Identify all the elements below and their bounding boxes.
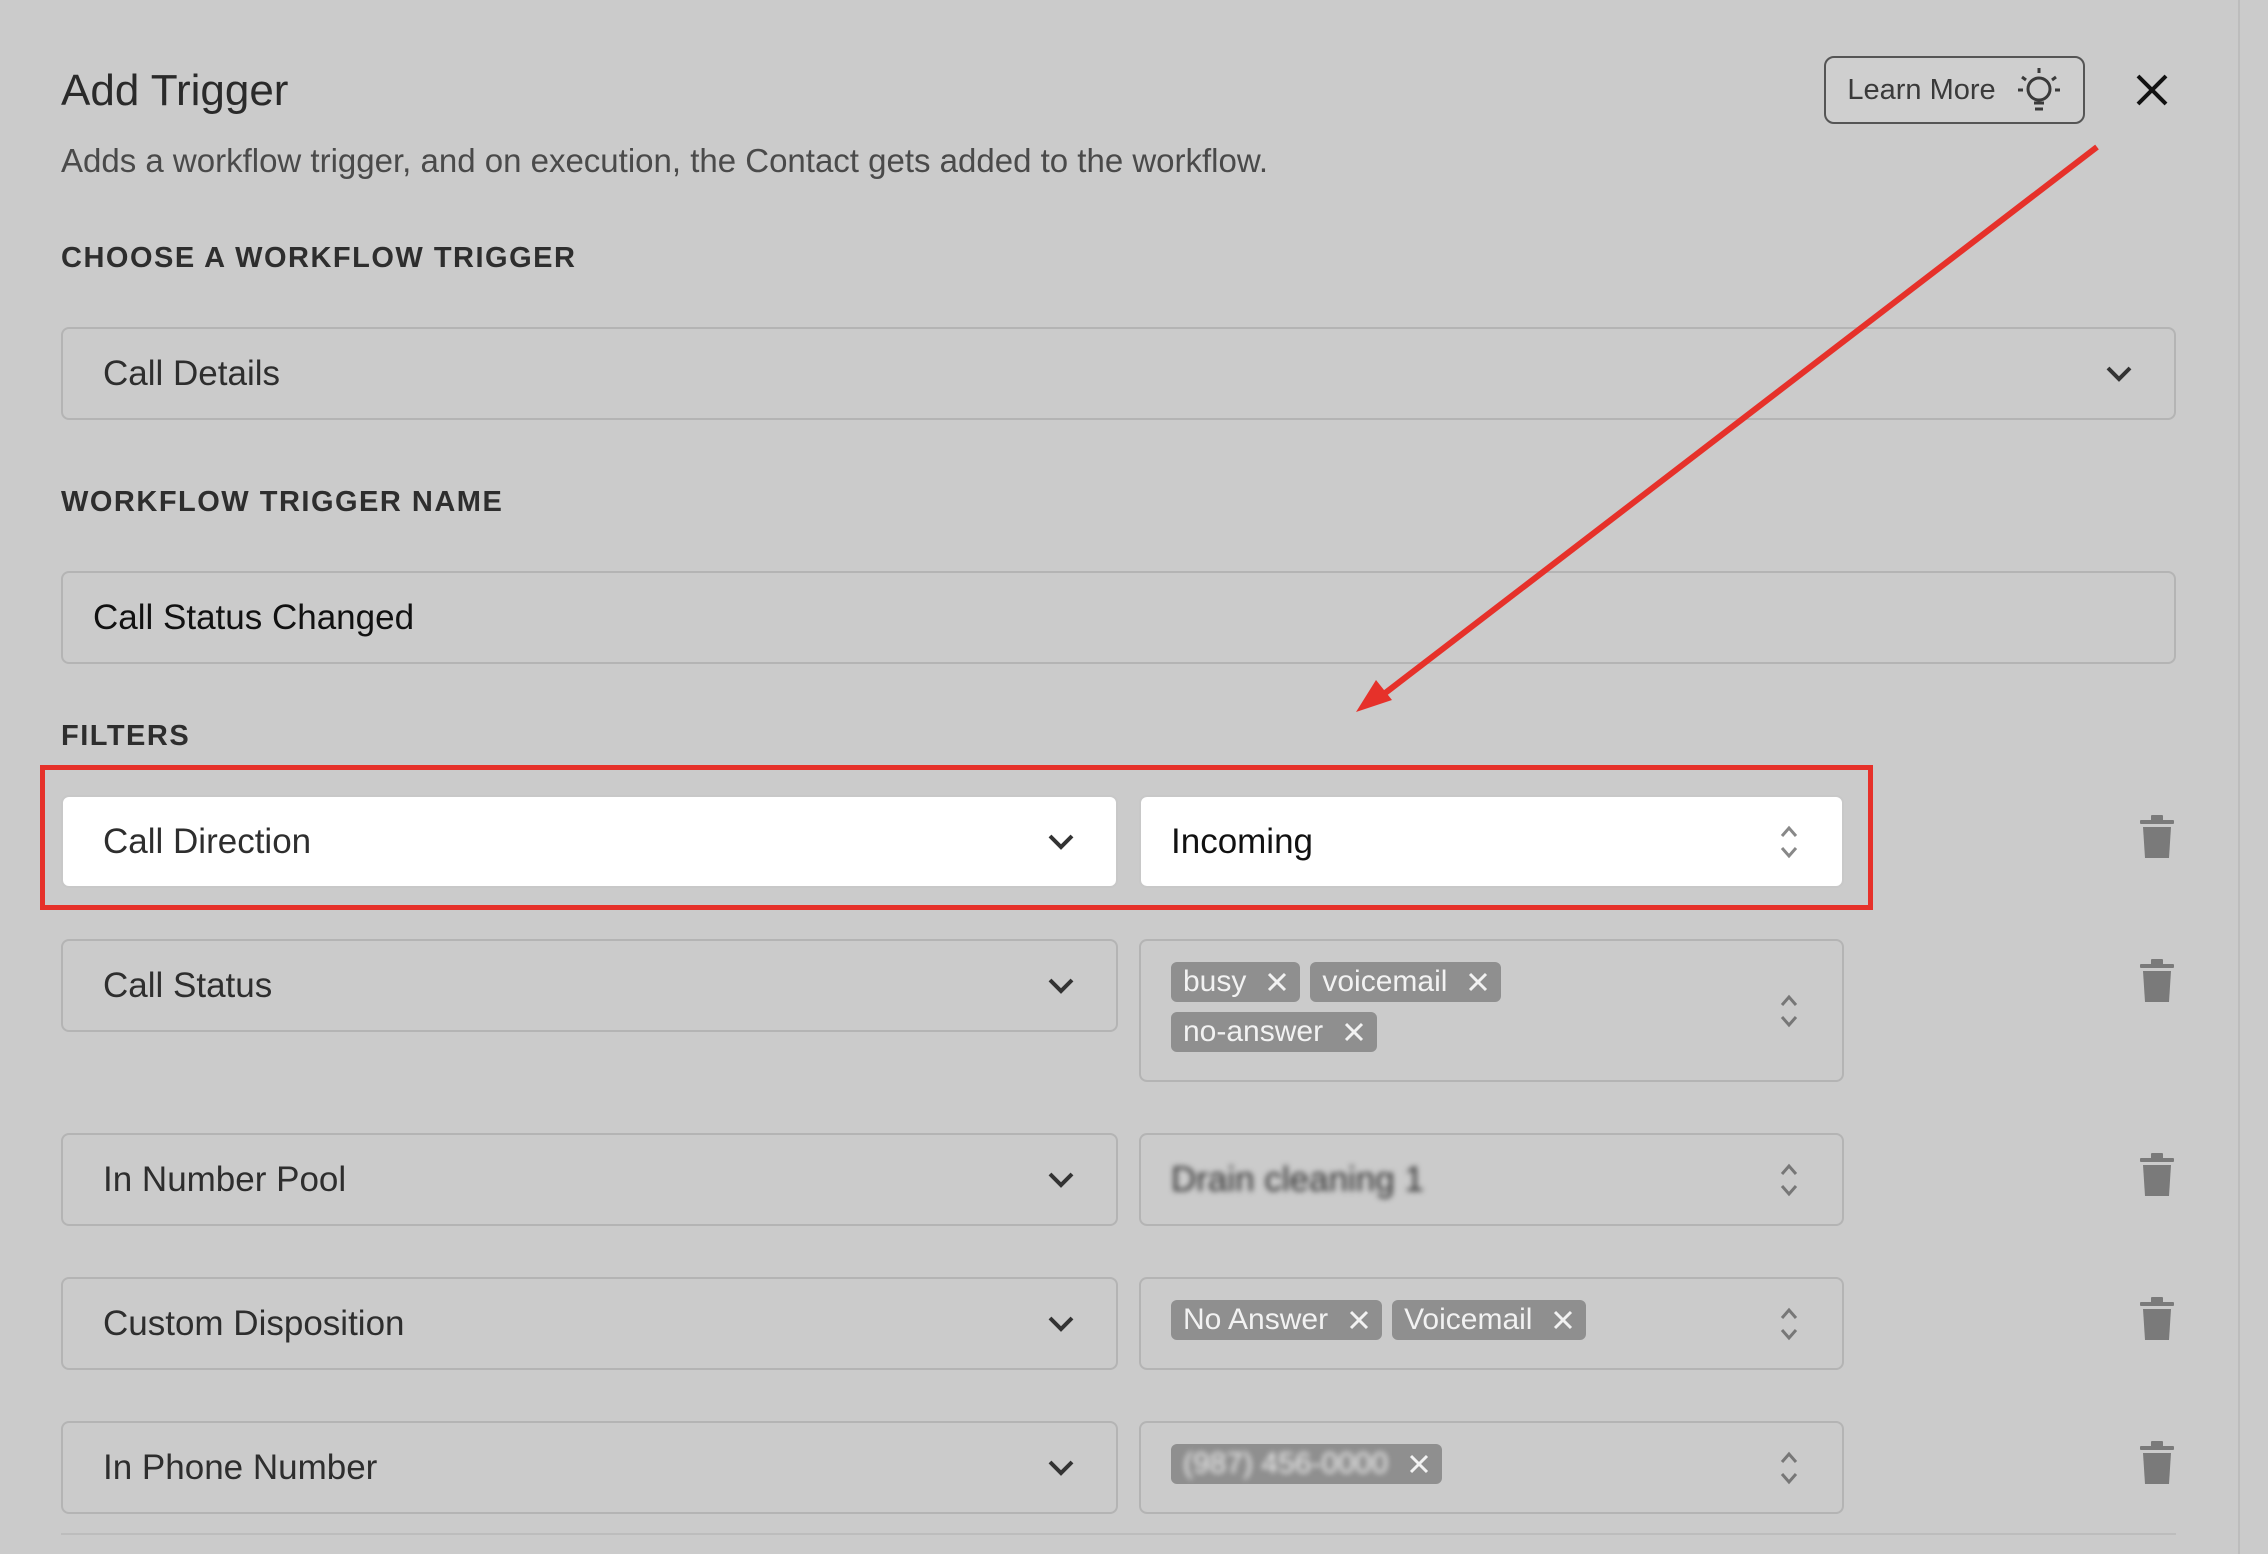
chip: no-answer: [1171, 1012, 1378, 1052]
page-title: Add Trigger: [61, 66, 289, 115]
chevron-down-icon: [1048, 1316, 1074, 1332]
close-icon[interactable]: [2132, 70, 2172, 110]
filter-value-multiselect[interactable]: No Answer Voicemail: [1139, 1277, 1844, 1370]
filter-field-select[interactable]: In Number Pool: [61, 1133, 1118, 1226]
trigger-name-label: WORKFLOW TRIGGER NAME: [61, 486, 504, 518]
trash-icon[interactable]: [2138, 1296, 2176, 1342]
trigger-select[interactable]: Call Details: [61, 327, 2176, 420]
chip-remove-icon[interactable]: [1467, 971, 1489, 993]
sort-updown-icon: [1780, 1451, 1798, 1484]
page-subtitle: Adds a workflow trigger, and on executio…: [61, 142, 1269, 179]
filter-field-select[interactable]: In Phone Number: [61, 1421, 1118, 1514]
chip: No Answer: [1171, 1300, 1383, 1340]
filter-value-multiselect[interactable]: (987) 456-0000: [1139, 1421, 1844, 1514]
chip: (987) 456-0000: [1171, 1444, 1443, 1484]
filters-label: FILTERS: [61, 720, 191, 752]
learn-more-button[interactable]: Learn More: [1824, 56, 2085, 124]
trigger-name-input[interactable]: Call Status Changed: [61, 571, 2176, 664]
trash-icon[interactable]: [2138, 1440, 2176, 1486]
trigger-name-value: Call Status Changed: [93, 597, 415, 637]
highlight-box: [40, 765, 1873, 910]
chevron-down-icon: [1048, 978, 1074, 994]
chip: voicemail: [1310, 962, 1502, 1002]
sort-updown-icon: [1780, 1307, 1798, 1340]
chip-remove-icon[interactable]: [1343, 1021, 1365, 1043]
filter-field-select[interactable]: Custom Disposition: [61, 1277, 1118, 1370]
trash-icon[interactable]: [2138, 958, 2176, 1004]
sort-updown-icon: [1780, 994, 1798, 1027]
chip-remove-icon[interactable]: [1408, 1453, 1430, 1475]
filter-value-multiselect[interactable]: busy voicemail no-answer: [1139, 939, 1844, 1082]
trigger-section-label: CHOOSE A WORKFLOW TRIGGER: [61, 242, 577, 274]
chip: Voicemail: [1392, 1300, 1587, 1340]
lightbulb-icon: [2017, 68, 2060, 111]
trash-icon[interactable]: [2138, 1152, 2176, 1198]
filter-field-value: Call Status: [103, 965, 273, 1005]
chip-remove-icon[interactable]: [1348, 1309, 1370, 1331]
chip-remove-icon[interactable]: [1552, 1309, 1574, 1331]
filter-value-select[interactable]: Drain cleaning 1: [1139, 1133, 1844, 1226]
sort-updown-icon: [1780, 1163, 1798, 1196]
filter-field-select[interactable]: Call Status: [61, 939, 1118, 1032]
chevron-down-icon: [1048, 1460, 1074, 1476]
filter-field-value: In Phone Number: [103, 1447, 378, 1487]
divider: [61, 1533, 2176, 1535]
trash-icon[interactable]: [2138, 814, 2176, 860]
chip-remove-icon[interactable]: [1266, 971, 1288, 993]
learn-more-label: Learn More: [1847, 73, 1996, 106]
filter-value-text: Drain cleaning 1: [1171, 1159, 1424, 1199]
chevron-down-icon: [1048, 1172, 1074, 1188]
filter-field-value: In Number Pool: [103, 1159, 347, 1199]
chevron-down-icon: [2106, 366, 2132, 382]
filter-field-value: Custom Disposition: [103, 1303, 405, 1343]
chip: busy: [1171, 962, 1301, 1002]
trigger-select-value: Call Details: [103, 353, 280, 393]
